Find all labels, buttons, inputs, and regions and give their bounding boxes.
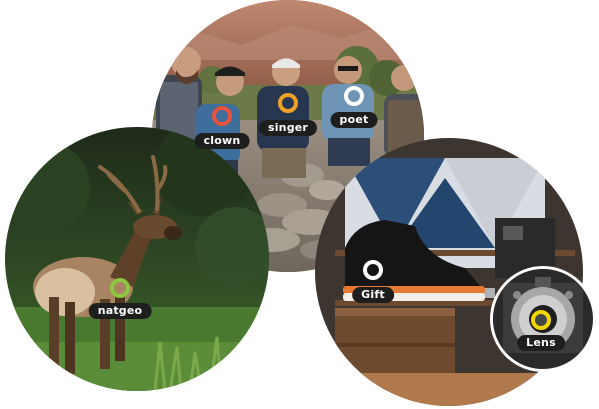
poet-tag-ring[interactable] xyxy=(344,86,364,106)
elk-photo xyxy=(5,127,269,391)
gift-tag-ring[interactable] xyxy=(363,260,383,280)
elk-photo-circle xyxy=(5,127,269,391)
natgeo-tag-ring[interactable] xyxy=(110,278,130,298)
singer-tag-ring[interactable] xyxy=(278,93,298,113)
lens-tag-label[interactable]: Lens xyxy=(517,335,565,351)
gift-tag-label[interactable]: Gift xyxy=(352,287,394,303)
image-tagging-collage: clown singer poet natgeo Gift Lens xyxy=(0,0,599,409)
singer-tag-label[interactable]: singer xyxy=(258,120,318,136)
clown-tag-label[interactable]: clown xyxy=(194,133,250,149)
lens-tag-ring[interactable] xyxy=(531,310,551,330)
poet-tag-label[interactable]: poet xyxy=(330,112,378,128)
clown-tag-ring[interactable] xyxy=(212,106,232,126)
natgeo-tag-label[interactable]: natgeo xyxy=(88,303,152,319)
